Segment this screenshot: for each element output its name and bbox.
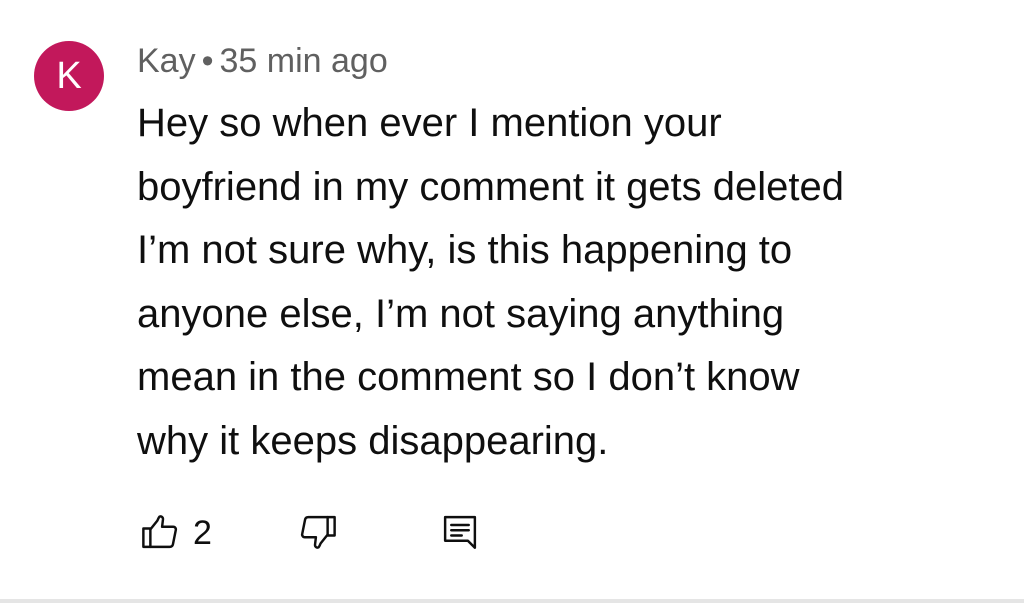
divider bbox=[0, 599, 1024, 603]
timestamp[interactable]: 35 min ago bbox=[220, 42, 388, 80]
avatar[interactable]: K bbox=[34, 41, 104, 111]
comment-reply-icon bbox=[443, 515, 477, 549]
comment-meta: Kay • 35 min ago bbox=[137, 40, 388, 82]
author-name[interactable]: Kay bbox=[137, 42, 196, 80]
thumbs-down-icon bbox=[300, 515, 336, 549]
comment-line: I’m not sure why, is this happening to bbox=[137, 228, 793, 272]
comment-line: Hey so when ever I mention your bbox=[137, 101, 722, 145]
comment-line: anyone else, I’m not saying anything bbox=[137, 291, 785, 336]
reply-button[interactable] bbox=[439, 508, 481, 556]
comment-text: Hey so when ever I mention your boyfrien… bbox=[137, 92, 957, 473]
meta-separator: • bbox=[201, 42, 214, 80]
avatar-letter: K bbox=[56, 55, 82, 97]
dislike-button[interactable] bbox=[297, 508, 339, 556]
comment-line: boyfriend in my comment it gets deleted bbox=[137, 164, 845, 209]
like-button[interactable] bbox=[139, 508, 181, 556]
thumbs-up-icon bbox=[142, 515, 178, 549]
comment-item: K Kay • 35 min ago Hey so when ever I ment… bbox=[0, 0, 1024, 603]
comment-line: why it keeps disappearing. bbox=[137, 418, 609, 463]
like-count: 2 bbox=[193, 514, 212, 552]
comment-line: mean in the comment so I don’t know bbox=[137, 355, 800, 399]
